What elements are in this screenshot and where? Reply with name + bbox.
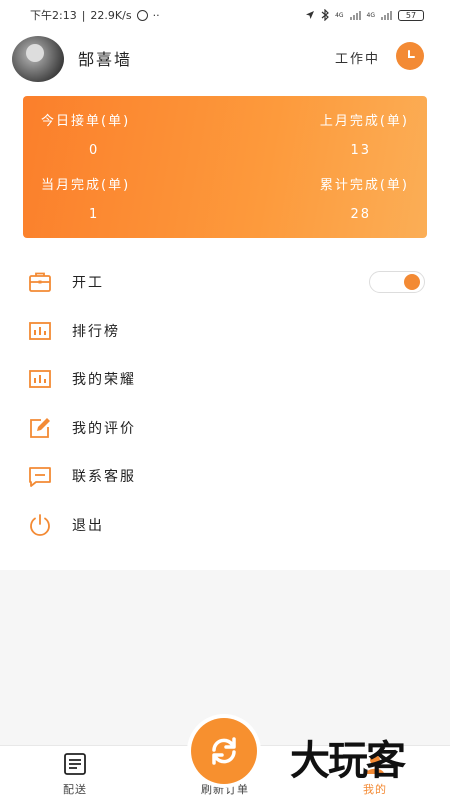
honor-chart-icon: [29, 370, 51, 389]
message-icon: [29, 467, 51, 488]
tab-delivery-label: 配送: [63, 783, 87, 796]
menu-label-start-work: 开工: [72, 275, 104, 292]
menu-list: 开工 排行榜 我的荣耀 我的评价 联系客服 退出: [0, 258, 450, 549]
menu-label-customer-service: 联系客服: [72, 469, 136, 486]
battery-icon: 57: [398, 9, 424, 21]
signal-2-icon: [381, 10, 392, 20]
profile-page: 郜喜墙 工作中 今日接单(单) 0 上月完成(单) 13 当月完成(单) 1 累…: [0, 30, 450, 570]
bar-chart-icon: [29, 321, 51, 340]
this-month-stat: 当月完成(单) 1: [41, 174, 130, 222]
watermark: 大玩客: [290, 738, 406, 784]
menu-label-honors: 我的荣耀: [72, 372, 136, 389]
alarm-icon: [136, 9, 148, 21]
today-orders-stat: 今日接单(单) 0: [41, 110, 130, 158]
this-month-value: 1: [89, 207, 100, 222]
clock-icon: [408, 50, 415, 58]
refresh-icon: [212, 737, 236, 765]
signal-2-label: 4G: [366, 11, 375, 19]
toggle-knob: [404, 274, 420, 291]
menu-item-start-work[interactable]: 开工: [0, 258, 450, 307]
total-label: 累计完成(单): [319, 178, 409, 193]
today-orders-value: 0: [89, 143, 100, 158]
menu-item-ranking[interactable]: 排行榜: [0, 307, 450, 356]
last-month-label: 上月完成(单): [319, 114, 409, 129]
more-dots: ··: [152, 8, 160, 22]
stats-card: 今日接单(单) 0 上月完成(单) 13 当月完成(单) 1 累计完成(单) 2…: [23, 96, 427, 238]
refresh-orders-button[interactable]: [191, 718, 257, 784]
total-value: 28: [350, 207, 371, 222]
work-status-text: 工作中: [335, 52, 381, 67]
work-clock-button[interactable]: [396, 42, 424, 70]
menu-item-honors[interactable]: 我的荣耀: [0, 355, 450, 404]
menu-item-reviews[interactable]: 我的评价: [0, 404, 450, 453]
status-time: 下午2:13: [30, 9, 77, 22]
location-arrow-icon: [306, 11, 315, 19]
signal-1-label: 4G: [335, 11, 344, 19]
avatar[interactable]: [12, 36, 64, 82]
power-icon: [30, 513, 50, 536]
bluetooth-icon: [321, 9, 329, 21]
last-month-value: 13: [350, 143, 371, 158]
list-icon: [64, 753, 86, 775]
menu-label-ranking: 排行榜: [72, 323, 120, 340]
briefcase-icon: [29, 272, 51, 293]
user-name: 郜喜墙: [78, 50, 133, 69]
last-month-stat: 上月完成(单) 13: [320, 110, 409, 158]
menu-item-customer-service[interactable]: 联系客服: [0, 452, 450, 501]
profile-header: 郜喜墙 工作中: [0, 30, 450, 90]
total-stat: 累计完成(单) 28: [320, 174, 409, 222]
today-orders-label: 今日接单(单): [41, 114, 131, 129]
edit-icon: [30, 417, 50, 438]
this-month-label: 当月完成(单): [41, 178, 131, 193]
signal-1-icon: [349, 10, 361, 20]
menu-item-logout[interactable]: 退出: [0, 501, 450, 550]
network-speed: 22.9K/s: [90, 8, 132, 22]
tab-delivery[interactable]: 配送: [30, 746, 120, 800]
start-work-toggle[interactable]: [369, 271, 425, 294]
menu-label-logout: 退出: [72, 517, 104, 534]
menu-label-reviews: 我的评价: [72, 420, 136, 437]
status-bar: 下午2:13 | 22.9K/s ·· 4G 4G 57: [0, 0, 450, 30]
